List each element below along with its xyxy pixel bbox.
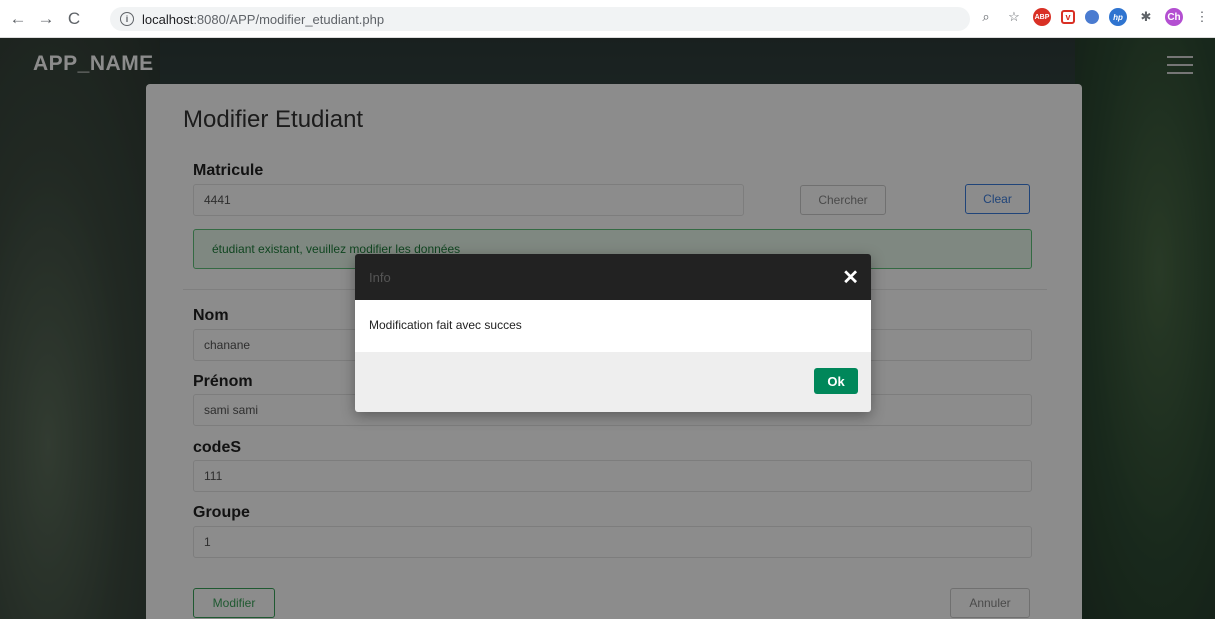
address-bar[interactable]: i localhost:8080/APP/modifier_etudiant.p… <box>110 7 970 31</box>
info-icon[interactable]: i <box>120 12 134 26</box>
modal-title: Info <box>369 269 391 285</box>
reload-icon[interactable]: C <box>62 7 86 31</box>
forward-arrow-icon[interactable]: → <box>34 7 58 31</box>
info-modal: Info ✕ Modification fait avec succes Ok <box>355 254 871 412</box>
pocket-icon[interactable]: v <box>1061 10 1075 24</box>
url-host: localhost <box>142 11 194 27</box>
extension-icon[interactable] <box>1085 10 1099 24</box>
avatar[interactable]: Ch <box>1165 8 1183 26</box>
browser-toolbar: ← → C i localhost:8080/APP/modifier_etud… <box>0 0 1215 38</box>
back-arrow-icon[interactable]: ← <box>6 7 30 31</box>
url-path: :8080/APP/modifier_etudiant.php <box>193 11 385 27</box>
close-icon[interactable]: ✕ <box>842 265 859 290</box>
adblock-icon[interactable]: ABP <box>1033 8 1051 26</box>
hp-icon[interactable]: hp <box>1109 8 1127 26</box>
star-icon[interactable]: ☆ <box>1005 8 1023 26</box>
zoom-icon[interactable]: ⌕ <box>977 8 995 26</box>
ok-button[interactable]: Ok <box>814 368 858 394</box>
modal-header: Info ✕ <box>355 254 871 300</box>
menu-dots-icon[interactable]: ⋮ <box>1193 8 1211 26</box>
modal-message: Modification fait avec succes <box>355 300 871 352</box>
modal-footer: Ok <box>355 352 871 412</box>
puzzle-icon[interactable]: ✱ <box>1137 8 1155 26</box>
